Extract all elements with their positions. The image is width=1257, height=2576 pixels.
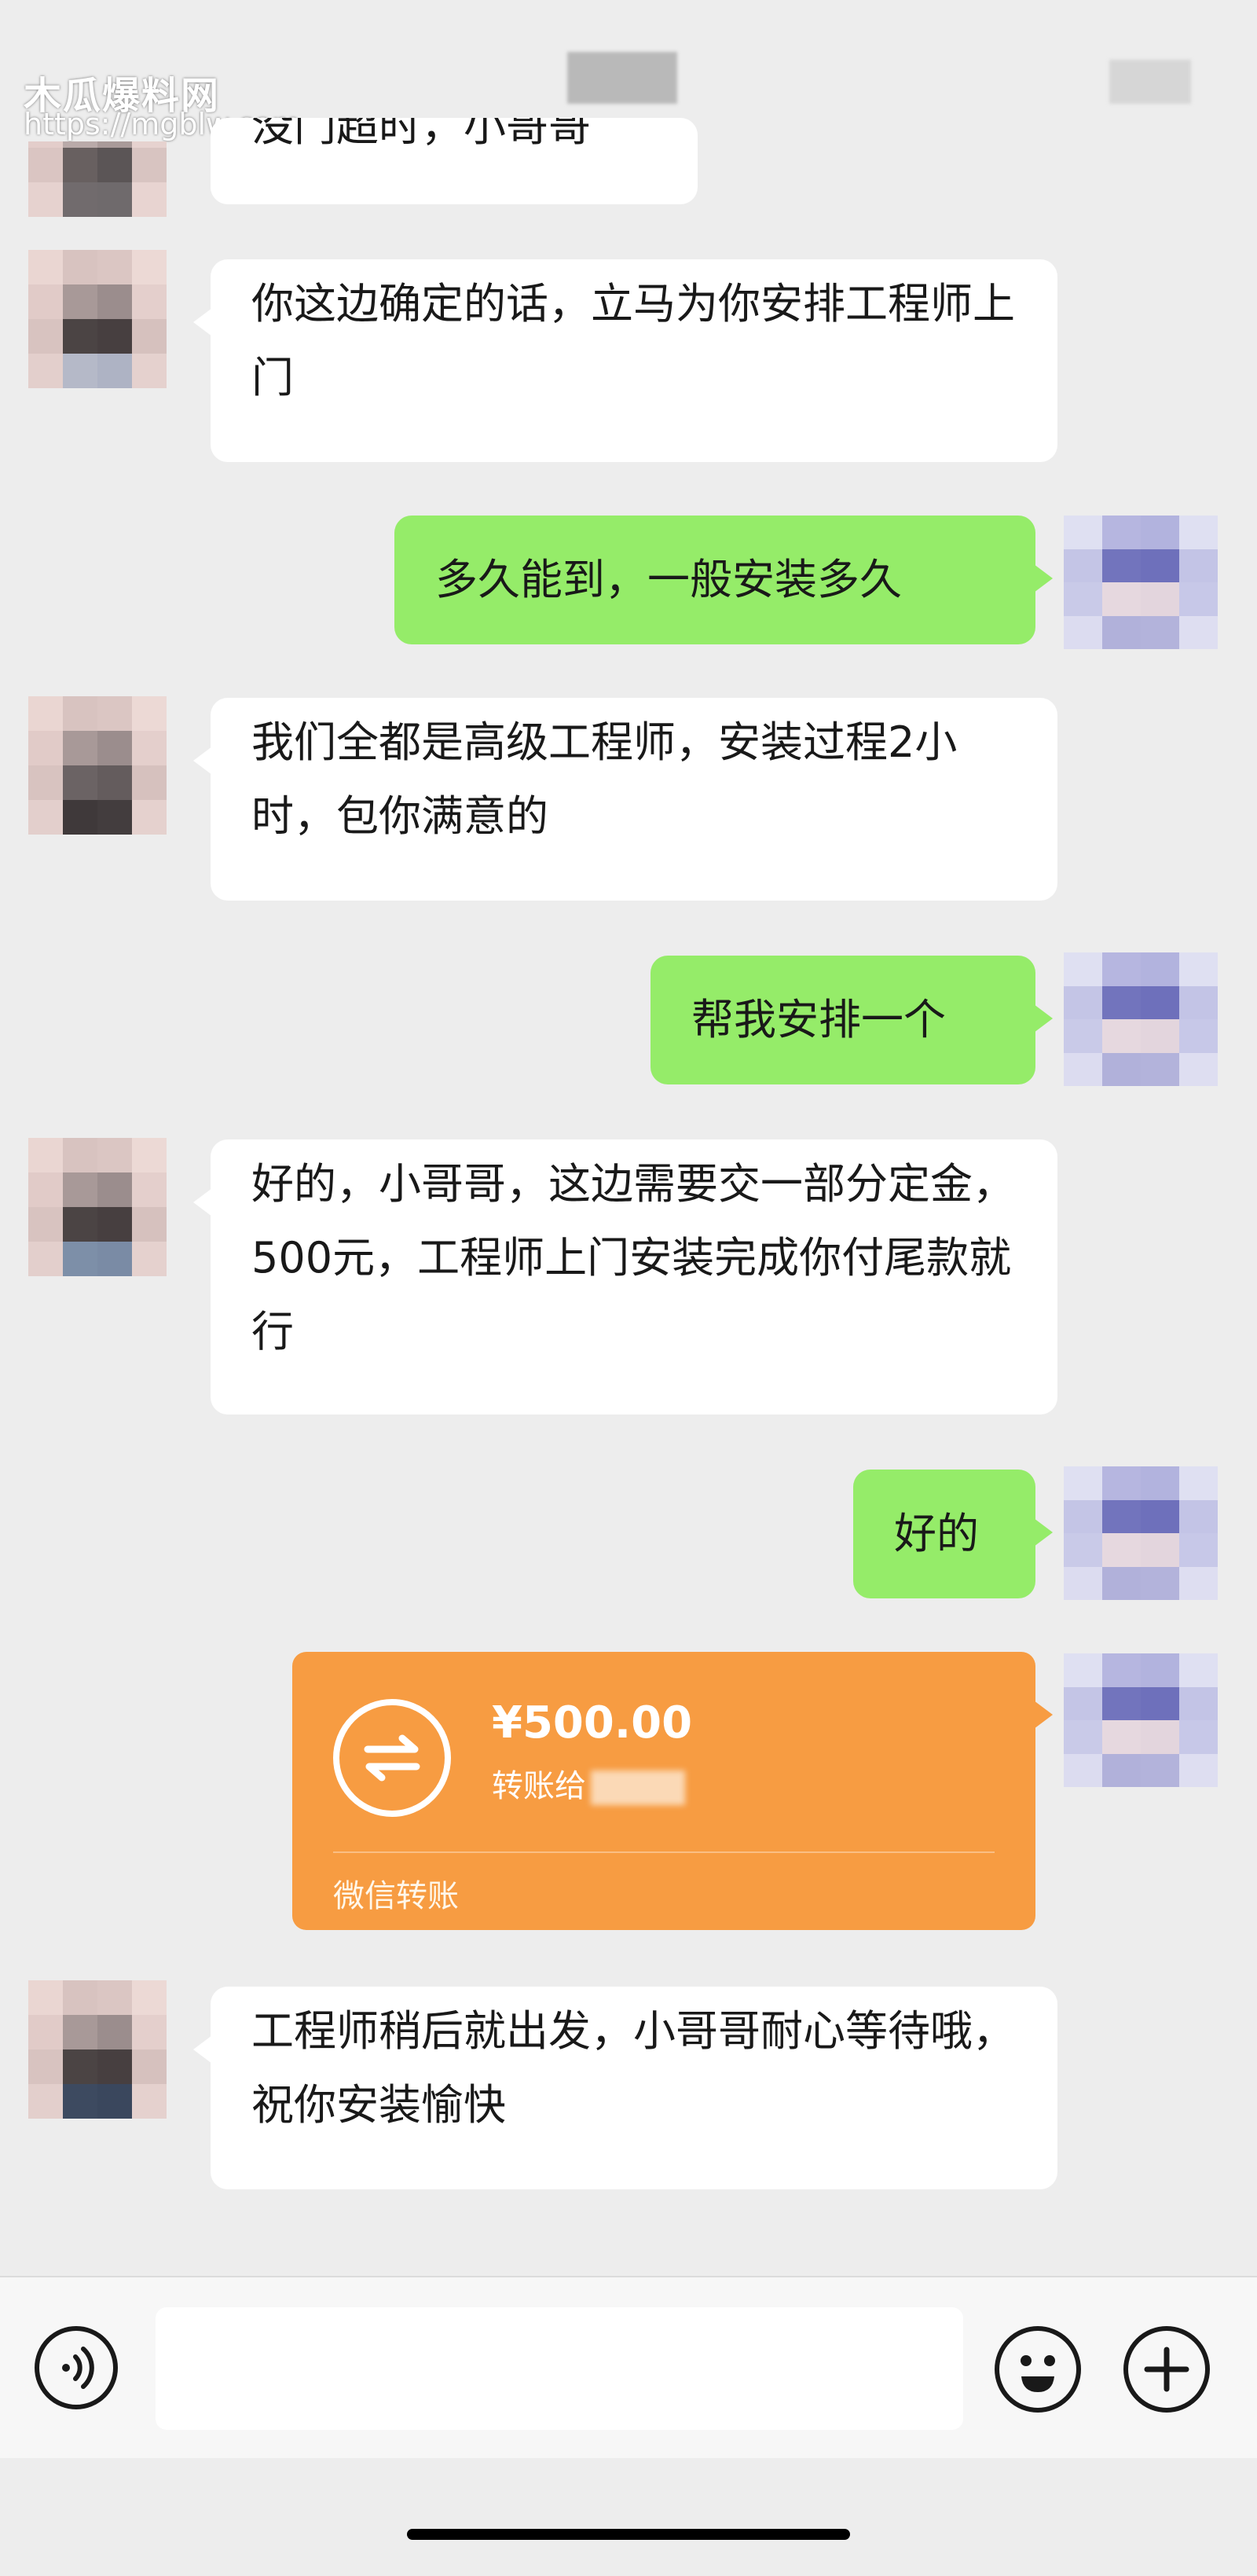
message-text: 多久能到，一般安装多久 [435,555,902,604]
message-bubble[interactable]: 好的 [853,1470,1053,1598]
home-indicator[interactable] [407,2529,850,2540]
avatar-self[interactable] [1064,1466,1218,1600]
transfer-label: 微信转账 [333,1878,459,1914]
message-text: 帮我安排一个 [691,995,946,1044]
message-text: 你这边确定的话，立马为你安排工程师上门 [251,279,1015,402]
divider [333,1851,995,1853]
message-bubble[interactable]: 你这边确定的话，立马为你安排工程师上门 [193,259,1057,462]
emoji-icon[interactable] [995,2326,1081,2413]
message-text: 好的，小哥哥，这边需要交一部分定金，500元，工程师上门安装完成你付尾款就行 [251,1159,1015,1356]
transfer-arrows-icon [333,1699,451,1817]
message-bubble[interactable]: 好的，小哥哥，这边需要交一部分定金，500元，工程师上门安装完成你付尾款就行 [193,1139,1057,1415]
avatar-self[interactable] [1064,516,1218,649]
transfer-card[interactable]: ¥500.00 转账给 微信转账 [292,1652,1053,1930]
avatar-self[interactable] [1064,1653,1218,1787]
plus-icon[interactable] [1123,2326,1210,2413]
message-input[interactable] [156,2307,963,2430]
message-bubble[interactable]: 多久能到，一般安装多久 [394,516,1053,644]
message-text: 我们全都是高级工程师，安装过程2小时，包你满意的 [251,717,958,841]
message-text: 没门超时，小哥哥 [251,118,591,151]
message-text: 好的 [894,1509,979,1558]
message-bubble[interactable]: 帮我安排一个 [650,956,1053,1084]
transfer-desc-text: 转账给 [492,1768,586,1804]
avatar-self[interactable] [1064,952,1218,1086]
message-bubble[interactable]: 我们全都是高级工程师，安装过程2小时，包你满意的 [193,698,1057,901]
avatar-contact[interactable] [28,1138,167,1276]
avatar-contact[interactable] [28,696,167,835]
transfer-amount: ¥500.00 [492,1697,693,1749]
chat-title-blurred [567,52,677,104]
header-menu-blurred[interactable] [1109,60,1191,104]
avatar-contact[interactable] [28,1980,167,2119]
transfer-recipient: 转账给 [492,1760,685,1806]
message-text: 工程师稍后就出发，小哥哥耐心等待哦，祝你安装愉快 [251,2006,1015,2130]
avatar-contact[interactable] [28,250,167,388]
message-bubble[interactable]: 工程师稍后就出发，小哥哥耐心等待哦，祝你安装愉快 [193,1987,1057,2189]
voice-icon[interactable] [35,2326,118,2409]
recipient-name-blurred [591,1771,685,1805]
message-bubble[interactable]: 没门超时，小哥哥 [211,118,698,204]
